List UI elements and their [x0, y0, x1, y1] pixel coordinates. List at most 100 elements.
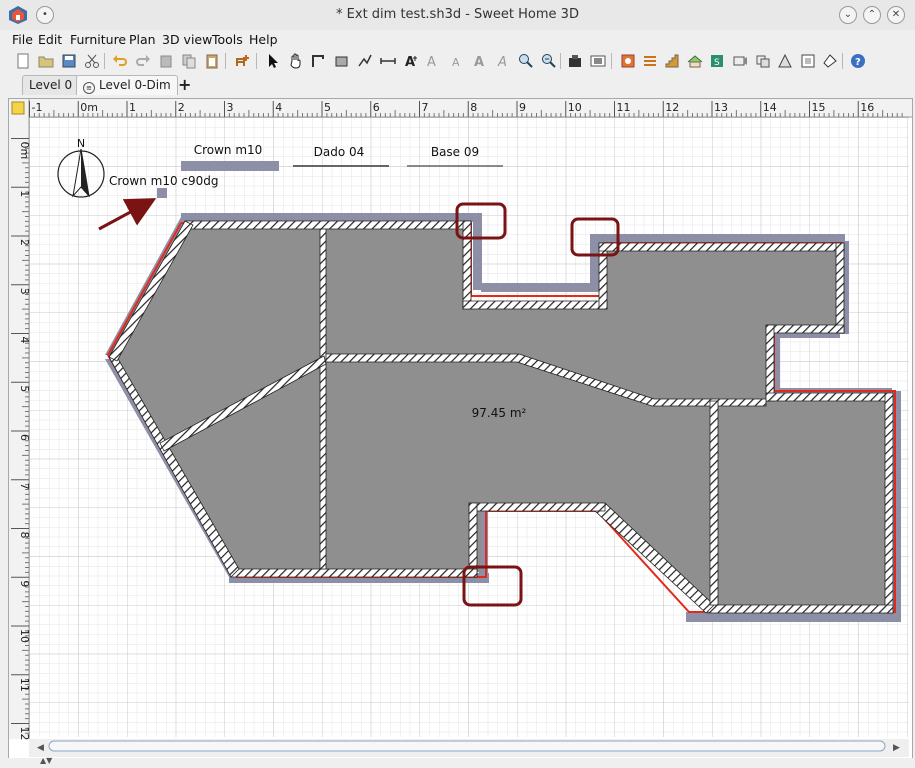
ruler-label: 6: [373, 101, 380, 114]
create-polylines-icon[interactable]: [356, 52, 374, 70]
window-title: * Ext dim test.sh3d - Sweet Home 3D: [336, 7, 579, 22]
menu-3d-view[interactable]: 3D view: [162, 32, 212, 47]
ruler-label: 7: [18, 483, 31, 490]
add-level-button[interactable]: +: [172, 75, 197, 94]
create-dimensions-icon[interactable]: [379, 52, 397, 70]
copy-icon[interactable]: [180, 52, 198, 70]
ruler-label: 1: [18, 190, 31, 197]
ruler-label: 6: [18, 434, 31, 441]
tab-level-0[interactable]: Level 0: [22, 75, 80, 95]
ruler-label: 2: [178, 101, 185, 114]
save-icon[interactable]: [60, 52, 78, 70]
tab-level-0-dim[interactable]: ≡ Level 0-Dim: [76, 75, 178, 95]
stairs-icon[interactable]: [663, 52, 681, 70]
ruler-label: 12: [665, 101, 679, 114]
ruler-label: 11: [18, 678, 31, 692]
menu-bar: File Edit Furniture Plan 3D view Tools H…: [0, 30, 915, 48]
ruler-label: 4: [18, 337, 31, 344]
export-icon[interactable]: S: [708, 52, 726, 70]
ruler-corner-icon: [11, 101, 25, 115]
decrease-text-icon[interactable]: A: [448, 52, 466, 70]
close-button[interactable]: ✕: [887, 6, 905, 24]
italic-icon[interactable]: A: [494, 52, 512, 70]
ruler-label: 9: [519, 101, 526, 114]
svg-text:?: ?: [855, 57, 861, 68]
ruler-label: 8: [18, 532, 31, 539]
preferences-icon[interactable]: [821, 52, 839, 70]
photo-icon[interactable]: [731, 52, 749, 70]
menu-tools[interactable]: Tools: [212, 32, 243, 47]
bold-icon[interactable]: A: [471, 52, 489, 70]
svg-text:A: A: [497, 55, 507, 69]
maximize-button[interactable]: ⌃: [863, 6, 881, 24]
import-furniture-icon[interactable]: [566, 52, 584, 70]
label-base: Base 09: [431, 145, 479, 159]
svg-text:A: A: [452, 56, 460, 69]
ruler-label: 3: [227, 101, 234, 114]
scroll-up-icon[interactable]: ▲▼: [40, 756, 52, 765]
ruler-label: 1: [129, 101, 136, 114]
ruler-label: 0m: [80, 101, 98, 114]
horizontal-scrollbar-thumb[interactable]: [48, 740, 886, 752]
ruler-label: 9: [18, 580, 31, 587]
roof-icon[interactable]: [686, 52, 704, 70]
ruler-label: 11: [617, 101, 631, 114]
crown-c90-swatch: [157, 188, 167, 198]
create-walls-icon[interactable]: [310, 52, 328, 70]
ruler-label: 15: [812, 101, 826, 114]
delete-icon[interactable]: [157, 52, 175, 70]
ruler-label: 5: [324, 101, 331, 114]
svg-text:A: A: [405, 55, 415, 69]
image-icon[interactable]: [799, 52, 817, 70]
increase-text-icon[interactable]: A: [425, 52, 443, 70]
zoom-out-icon[interactable]: [540, 52, 558, 70]
tab-level-0-dim-label: Level 0-Dim: [99, 78, 171, 92]
paste-icon[interactable]: [203, 52, 221, 70]
ruler-label: 7: [422, 101, 429, 114]
ruler-label: 0m: [18, 142, 31, 160]
create-rooms-icon[interactable]: [333, 52, 351, 70]
scroll-right-icon[interactable]: ▶: [893, 743, 900, 753]
redo-icon[interactable]: [134, 52, 152, 70]
ruler-label: 3: [18, 288, 31, 295]
status-area: ▲▼: [0, 756, 915, 768]
level-icon[interactable]: [641, 52, 659, 70]
menu-file[interactable]: File: [12, 32, 33, 47]
select-icon[interactable]: [264, 52, 282, 70]
video-icon[interactable]: [754, 52, 772, 70]
cut-icon[interactable]: [83, 52, 101, 70]
svg-text:A: A: [427, 55, 436, 69]
new-icon[interactable]: [14, 52, 32, 70]
svg-text:S: S: [714, 58, 720, 68]
ruler-label: 10: [568, 101, 582, 114]
ruler-label: 10: [18, 629, 31, 643]
zoom-in-icon[interactable]: [517, 52, 535, 70]
window-titlebar: • * Ext dim test.sh3d - Sweet Home 3D ⌄ …: [0, 0, 915, 31]
room-area-label: 97.45 m²: [472, 406, 527, 420]
undo-icon[interactable]: [111, 52, 129, 70]
ruler-label: 5: [18, 385, 31, 392]
ruler-label: 4: [275, 101, 282, 114]
ruler-label: 8: [470, 101, 477, 114]
import-background-icon[interactable]: [589, 52, 607, 70]
create-plan-icon[interactable]: [776, 52, 794, 70]
label-dado: Dado 04: [314, 145, 365, 159]
compass-icon[interactable]: [619, 52, 637, 70]
add-text-icon[interactable]: A: [402, 52, 420, 70]
scroll-left-icon[interactable]: ◀: [37, 743, 44, 753]
plan-canvas[interactable]: -1 0m 1 2 3 4 5 6 7 8 9 10 11 12 13 14 15 16 0m1234567891…: [9, 99, 912, 759]
open-icon[interactable]: [37, 52, 55, 70]
menu-edit[interactable]: Edit: [38, 32, 62, 47]
menu-help[interactable]: Help: [249, 32, 278, 47]
svg-text:A: A: [474, 55, 484, 69]
menu-plan[interactable]: Plan: [129, 32, 156, 47]
plan-view[interactable]: -1 0m 1 2 3 4 5 6 7 8 9 10 11 12 13 14 15 16 0m 1 2 3 4 5 6 7 8 9 1…: [8, 98, 913, 760]
legend-crown-swatch: [181, 161, 279, 171]
pan-icon[interactable]: [287, 52, 305, 70]
minimize-button[interactable]: ⌄: [839, 6, 857, 24]
ruler-label: 12: [18, 727, 31, 741]
help-icon[interactable]: ?: [849, 52, 867, 70]
menu-furniture[interactable]: Furniture: [70, 32, 126, 47]
add-furniture-icon[interactable]: [233, 52, 251, 70]
tab-level-0-label: Level 0: [29, 78, 73, 92]
